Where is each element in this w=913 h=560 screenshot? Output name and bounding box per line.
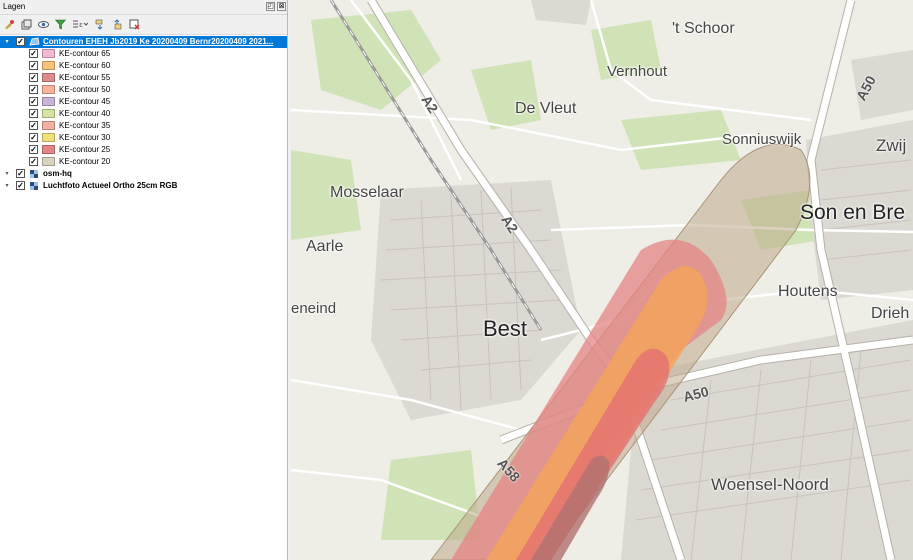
layer-checkbox[interactable]: ✓	[29, 157, 38, 166]
layer-label: osm-hq	[43, 169, 72, 178]
place-label: Woensel-Noord	[711, 475, 829, 494]
contour-layer-row[interactable]: ✓ KE-contour 45	[0, 96, 287, 108]
collapse-all-icon[interactable]	[112, 19, 123, 30]
legend-swatch	[42, 61, 55, 70]
contour-layer-row[interactable]: ✓ KE-contour 30	[0, 132, 287, 144]
layer-label: KE-contour 40	[59, 109, 111, 118]
layer-luchtfoto[interactable]: ▾ ✓ Luchtfoto Actueel Ortho 25cm RGB	[0, 180, 287, 192]
contour-layer-row[interactable]: ✓ KE-contour 35	[0, 120, 287, 132]
layer-label: KE-contour 50	[59, 85, 111, 94]
legend-swatch	[42, 133, 55, 142]
visibility-icon[interactable]	[38, 19, 49, 30]
expand-icon[interactable]: ▾	[3, 170, 11, 178]
add-group-icon[interactable]	[21, 19, 32, 30]
layer-checkbox[interactable]: ✓	[16, 169, 25, 178]
layer-checkbox[interactable]: ✓	[29, 145, 38, 154]
layer-label: Luchtfoto Actueel Ortho 25cm RGB	[43, 181, 178, 190]
remove-layer-icon[interactable]	[129, 19, 140, 30]
contour-layer-row[interactable]: ✓ KE-contour 60	[0, 60, 287, 72]
layer-label: KE-contour 20	[59, 157, 111, 166]
layer-checkbox[interactable]: ✓	[16, 37, 25, 46]
map-canvas[interactable]: 't Schoor Vernhout De Vleut Sonniuswijk …	[291, 0, 913, 560]
contour-layer-row[interactable]: ✓ KE-contour 55	[0, 72, 287, 84]
layer-label: KE-contour 45	[59, 97, 111, 106]
place-label: Aarle	[306, 238, 344, 255]
layers-toolbar: ε	[0, 15, 287, 35]
place-label: Mosselaar	[330, 184, 404, 201]
legend-swatch	[42, 49, 55, 58]
place-label: 't Schoor	[672, 20, 735, 37]
expand-icon[interactable]: ▾	[3, 38, 11, 46]
contour-layer-row[interactable]: ✓ KE-contour 20	[0, 156, 287, 168]
layer-checkbox[interactable]: ✓	[29, 85, 38, 94]
layer-checkbox[interactable]: ✓	[29, 121, 38, 130]
legend-swatch	[42, 109, 55, 118]
place-label: eneind	[291, 300, 337, 317]
legend-swatch	[42, 73, 55, 82]
layer-checkbox[interactable]: ✓	[29, 49, 38, 58]
layer-label: KE-contour 25	[59, 145, 111, 154]
contour-layer-row[interactable]: ✓ KE-contour 40	[0, 108, 287, 120]
layer-osm-hq[interactable]: ▾ ✓ osm-hq	[0, 168, 287, 180]
legend-swatch	[42, 85, 55, 94]
place-label: Drieh	[871, 305, 910, 322]
polygon-layer-icon	[29, 37, 40, 46]
layer-checkbox[interactable]: ✓	[29, 109, 38, 118]
raster-layer-icon	[30, 182, 38, 190]
layer-label: KE-contour 35	[59, 121, 111, 130]
contour-layer-row[interactable]: ✓ KE-contour 50	[0, 84, 287, 96]
layer-group-contouren[interactable]: ▾ ✓ Contouren EHEH Jb2019 Ke 20200409 Be…	[0, 36, 287, 48]
layer-label: KE-contour 55	[59, 73, 111, 82]
expand-all-icon[interactable]	[95, 19, 106, 30]
layers-panel: Lagen ◰ ⊠ ε ▾ ✓ Contouren EHEH Jb2019 Ke…	[0, 0, 288, 560]
place-label: De Vleut	[515, 100, 577, 117]
filter-legend-icon[interactable]: ε	[72, 19, 88, 30]
place-label: Vernhout	[607, 63, 668, 80]
layer-tree: ▾ ✓ Contouren EHEH Jb2019 Ke 20200409 Be…	[0, 36, 287, 192]
place-label: Sonniuswijk	[722, 131, 802, 148]
layer-label: Contouren EHEH Jb2019 Ke 20200409 Bernr2…	[43, 37, 274, 46]
close-panel-button[interactable]: ⊠	[277, 2, 286, 11]
layer-label: KE-contour 30	[59, 133, 111, 142]
place-label: Zwij	[876, 136, 907, 155]
svg-text:ε: ε	[79, 21, 83, 29]
layer-checkbox[interactable]: ✓	[29, 133, 38, 142]
raster-layer-icon	[30, 170, 38, 178]
contour-layer-row[interactable]: ✓ KE-contour 65	[0, 48, 287, 60]
contour-layer-row[interactable]: ✓ KE-contour 25	[0, 144, 287, 156]
legend-swatch	[42, 145, 55, 154]
expand-icon[interactable]: ▾	[3, 182, 11, 190]
panel-titlebar: Lagen ◰ ⊠	[0, 0, 287, 15]
layer-label: KE-contour 60	[59, 61, 111, 70]
place-label: Son en Bre	[800, 201, 906, 224]
style-icon[interactable]	[4, 19, 15, 30]
panel-title: Lagen	[3, 2, 26, 11]
legend-swatch	[42, 97, 55, 106]
layer-checkbox[interactable]: ✓	[29, 61, 38, 70]
filter-icon[interactable]	[55, 19, 66, 30]
float-panel-button[interactable]: ◰	[266, 2, 275, 11]
place-label: Houtens	[778, 283, 838, 300]
place-label: Best	[483, 316, 528, 341]
layer-label: KE-contour 65	[59, 49, 111, 58]
layer-checkbox[interactable]: ✓	[16, 181, 25, 190]
legend-swatch	[42, 157, 55, 166]
layer-checkbox[interactable]: ✓	[29, 73, 38, 82]
legend-swatch	[42, 121, 55, 130]
layer-checkbox[interactable]: ✓	[29, 97, 38, 106]
